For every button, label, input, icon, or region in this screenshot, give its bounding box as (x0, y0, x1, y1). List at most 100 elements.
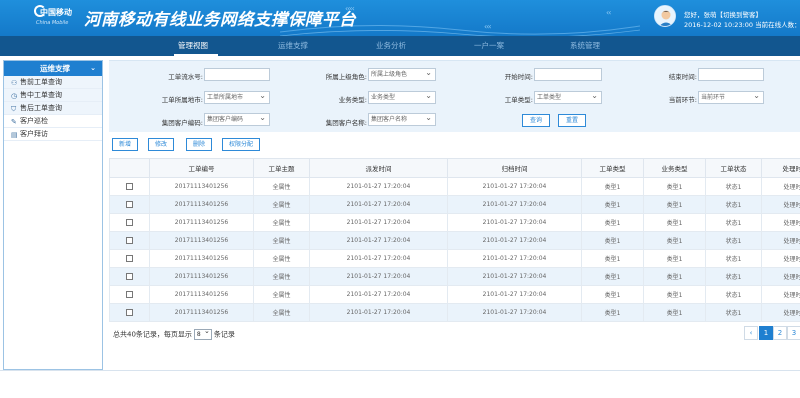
dispatch-time-cell: 2101-01-27 17:20:04 (309, 177, 448, 196)
ticket-city-label: 工单所属地市: (161, 96, 203, 104)
delete-button[interactable]: 删除 (186, 138, 212, 151)
table-row[interactable]: 20171113401256 全属性 2101-01-27 17:20:04 2101… (109, 177, 800, 196)
nav-item-management-view[interactable]: 管理视图 (178, 36, 208, 56)
group-name-label: 集团客户名称: (325, 119, 367, 127)
table-row[interactable]: 20171113401256 全属性 2101-01-27 17:20:04 2101… (109, 267, 800, 286)
dispatch-time-cell: 2101-01-27 17:20:04 (309, 195, 448, 214)
sidebar-item-label: 客户巡检 (20, 117, 48, 125)
column-header-deadline[interactable]: 处理时限 (761, 158, 800, 178)
per-suffix: 条记录 (213, 330, 235, 339)
row-checkbox[interactable] (126, 291, 133, 298)
sidebar-item-inspection[interactable]: ✎ 客户巡检 (4, 115, 102, 128)
avatar-icon (655, 6, 675, 26)
nav-item-business-analysis[interactable]: 业务分析 (376, 36, 406, 56)
table-row[interactable]: 20171113401256 全属性 2101-01-27 17:20:04 2101… (109, 303, 800, 322)
column-header-business-type[interactable]: 业务类型 (643, 158, 706, 178)
page-button-1[interactable]: 1 (759, 326, 773, 340)
status-cell: 状态1 (705, 195, 762, 214)
current-stage-select[interactable]: 当前环节 (698, 91, 764, 104)
row-select-cell (109, 267, 150, 286)
table-row[interactable]: 20171113401256 全属性 2101-01-27 17:20:04 2101… (109, 213, 800, 232)
table-row[interactable]: 20171113401256 全属性 2101-01-27 17:20:04 2101… (109, 231, 800, 250)
sidebar-item-visit[interactable]: ▤ 客户拜访 (4, 128, 102, 141)
deadline-cell: 处理时限 (761, 195, 800, 214)
ticket-type-cell: 类型1 (581, 213, 644, 232)
table-row[interactable]: 20171113401256 全属性 2101-01-27 17:20:04 2101… (109, 195, 800, 214)
column-header-ticket-no[interactable]: 工单编号 (149, 158, 254, 178)
search-button[interactable]: 查询 (522, 114, 550, 127)
archive-time-cell: 2101-01-27 17:20:04 (447, 303, 582, 322)
page-size-select[interactable]: 8 (193, 327, 212, 340)
chevron-left-decoration-icon: ‹‹‹‹ (345, 4, 355, 13)
ticket-type-select[interactable]: 工单类型 (534, 91, 602, 104)
row-checkbox[interactable] (126, 237, 133, 244)
filter-panel: 工单流水号: 所属上级角色: 所属上级角色 开始时间: 结束时间: 工单所属地市… (109, 60, 800, 132)
deadline-cell: 处理时限 (761, 285, 800, 304)
footer-divider (0, 370, 800, 371)
assign-permission-button[interactable]: 权限分配 (222, 138, 260, 151)
parent-role-select[interactable]: 所属上级角色 (368, 68, 436, 81)
chevron-left-decoration-icon: ‹‹ (606, 8, 612, 17)
ticket-type-label: 工单类型: (504, 96, 533, 104)
business-type-label: 业务类型: (338, 96, 367, 104)
nav-item-ops-support[interactable]: 运维支撑 (278, 36, 308, 56)
nav-item-one-household[interactable]: 一户一案 (474, 36, 504, 56)
row-select-cell (109, 177, 150, 196)
status-cell: 状态1 (705, 285, 762, 304)
user-avatar[interactable] (654, 5, 676, 27)
session-info: 2016-12-02 10:23:00 当前在线人数：26 (684, 19, 800, 29)
row-checkbox[interactable] (126, 309, 133, 316)
archive-time-cell: 2101-01-27 17:20:04 (447, 213, 582, 232)
page-button-3[interactable]: 3 (787, 326, 800, 340)
column-header-subject[interactable]: 工单主题 (253, 158, 310, 178)
row-checkbox[interactable] (126, 273, 133, 280)
column-header-archive-time[interactable]: 归档时间 (447, 158, 582, 178)
row-checkbox[interactable] (126, 201, 133, 208)
subject-cell: 全属性 (253, 231, 310, 250)
dispatch-time-cell: 2101-01-27 17:20:04 (309, 249, 448, 268)
business-type-cell: 类型1 (643, 195, 706, 214)
total-count: 40 (127, 330, 136, 339)
end-time-input[interactable] (698, 68, 764, 81)
switch-role-link[interactable]: 【切换到警客】 (717, 11, 763, 19)
group-code-select[interactable]: 集团客户编码 (204, 113, 270, 126)
start-time-input[interactable] (534, 68, 602, 81)
current-datetime: 2016-12-02 10:23:00 (684, 21, 754, 29)
ticket-no-cell: 20171113401256 (149, 231, 254, 250)
ticket-type-cell: 类型1 (581, 267, 644, 286)
row-checkbox[interactable] (126, 219, 133, 226)
row-select-cell (109, 231, 150, 250)
business-type-cell: 类型1 (643, 249, 706, 268)
reset-button[interactable]: 重置 (558, 114, 586, 127)
group-name-select[interactable]: 集团客户名称 (368, 113, 436, 126)
sidebar-item-aftersale[interactable]: ⛉ 售后工单查询 (4, 102, 102, 115)
column-header-status[interactable]: 工单状态 (705, 158, 762, 178)
sidebar-item-presale[interactable]: ⚇ 售前工单查询 (4, 76, 102, 89)
page-button-2[interactable]: 2 (773, 326, 787, 340)
start-time-label: 开始时间: (504, 73, 533, 81)
prev-page-button[interactable]: ‹ (744, 326, 758, 340)
business-type-select[interactable]: 业务类型 (368, 91, 436, 104)
user-group-icon: ⚇ (11, 79, 18, 87)
ticket-no-input[interactable] (204, 68, 270, 81)
deadline-cell: 处理时限 (761, 177, 800, 196)
table-row[interactable]: 20171113401256 全属性 2101-01-27 17:20:04 2101… (109, 285, 800, 304)
column-header-dispatch-time[interactable]: 派发时间 (309, 158, 448, 178)
row-checkbox[interactable] (126, 183, 133, 190)
subject-cell: 全属性 (253, 267, 310, 286)
row-checkbox[interactable] (126, 255, 133, 262)
sidebar-header[interactable]: 运维支撑 ⌄ (4, 61, 102, 76)
edit-button[interactable]: 修改 (148, 138, 174, 151)
status-cell: 状态1 (705, 249, 762, 268)
column-header-ticket-type[interactable]: 工单类型 (581, 158, 644, 178)
archive-time-cell: 2101-01-27 17:20:04 (447, 231, 582, 250)
shield-icon: ⛉ (11, 105, 17, 113)
chevron-down-icon[interactable]: ⌄ (90, 61, 96, 76)
subject-cell: 全属性 (253, 285, 310, 304)
table-row[interactable]: 20171113401256 全属性 2101-01-27 17:20:04 2101… (109, 249, 800, 268)
nav-item-system-management[interactable]: 系统管理 (570, 36, 600, 56)
add-button[interactable]: 新增 (112, 138, 138, 151)
archive-time-cell: 2101-01-27 17:20:04 (447, 267, 582, 286)
ticket-city-select[interactable]: 工单所属地市 (204, 91, 270, 104)
sidebar-item-insale[interactable]: ◷ 售中工单查询 (4, 89, 102, 102)
